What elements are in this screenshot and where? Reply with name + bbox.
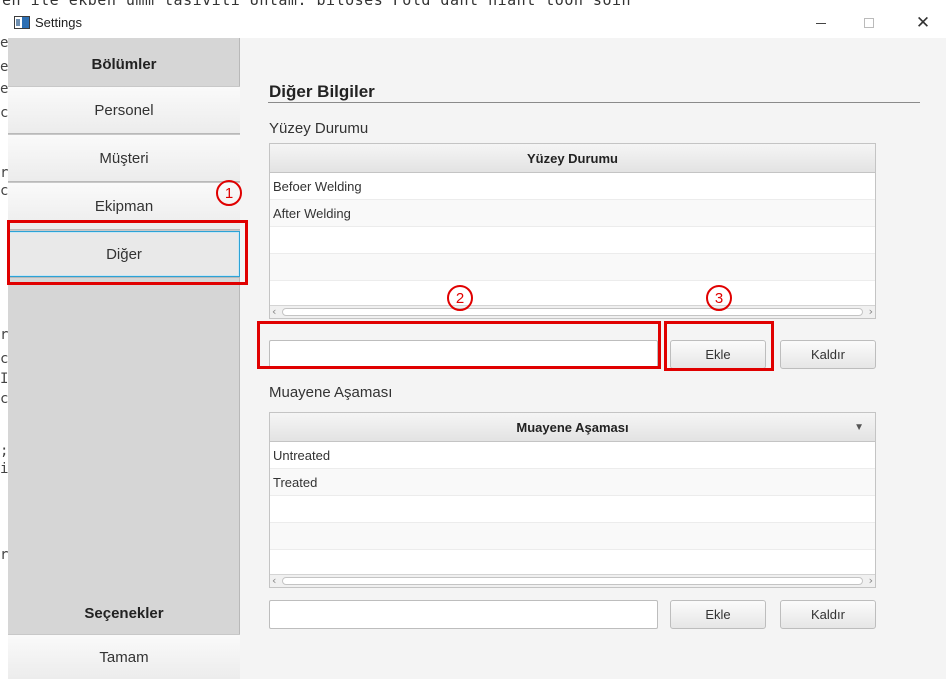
remove-button-label: Kaldır (811, 607, 845, 622)
table-row[interactable]: Befoer Welding (270, 173, 875, 200)
remove-button-label: Kaldır (811, 347, 845, 362)
column-header-label: Yüzey Durumu (526, 150, 618, 166)
scroll-right-icon[interactable]: › (869, 305, 873, 318)
horizontal-scrollbar[interactable]: ‹ › (270, 574, 875, 587)
annotation-marker-3: 3 (706, 285, 732, 311)
annotation-number: 3 (714, 289, 724, 307)
inspection-column-header[interactable]: Muayene Aşaması ▼ (270, 413, 875, 442)
table-row[interactable] (270, 523, 875, 550)
scroll-left-icon[interactable]: ‹ (272, 305, 276, 318)
maximize-icon (864, 18, 874, 28)
column-header-label: Muayene Aşaması (516, 419, 629, 435)
table-row[interactable] (270, 227, 875, 254)
background-char: r (0, 547, 9, 563)
annotation-marker-2: 2 (447, 285, 473, 311)
inspection-add-button[interactable]: Ekle (670, 600, 766, 629)
table-row[interactable]: After Welding (270, 200, 875, 227)
sidebar-item-label: Müşteri (99, 149, 149, 167)
sidebar-item-label: Ekipman (94, 197, 154, 215)
sidebar-heading: Bölümler (91, 56, 157, 73)
table-row[interactable]: Untreated (270, 442, 875, 469)
inspection-group-label: Muayene Aşaması (269, 384, 393, 401)
background-char: c (0, 351, 9, 367)
ok-button-label: Tamam (99, 648, 149, 666)
annotation-box-input (257, 321, 661, 369)
table-row[interactable] (270, 550, 875, 577)
annotation-box-diger (7, 220, 248, 285)
scrollbar-thumb[interactable] (282, 308, 863, 316)
surface-group-label: Yüzey Durumu (269, 120, 369, 137)
window-title: Settings (35, 15, 82, 30)
background-char: r (0, 327, 9, 343)
page-title: Diğer Bilgiler (269, 82, 375, 101)
table-row[interactable] (270, 496, 875, 523)
inspection-input[interactable] (269, 600, 658, 629)
close-button[interactable]: ✕ (900, 8, 946, 38)
annotation-number: 2 (455, 289, 465, 307)
horizontal-scrollbar[interactable]: ‹ › (270, 305, 875, 318)
background-char: r (0, 165, 9, 181)
window-app-icon (14, 16, 30, 29)
scrollbar-thumb[interactable] (282, 577, 863, 585)
maximize-button[interactable] (846, 8, 892, 38)
sidebar-item-musteri[interactable]: Müşteri (8, 134, 240, 182)
surface-table: Yüzey Durumu Befoer Welding After Weldin… (269, 143, 876, 319)
background-char: i (0, 461, 9, 477)
minimize-icon (816, 22, 826, 24)
table-row[interactable]: Treated (270, 469, 875, 496)
annotation-box-add (664, 321, 774, 371)
ok-button[interactable]: Tamam (8, 634, 240, 679)
sidebar-item-personel[interactable]: Personel (8, 86, 240, 134)
background-char: c (0, 105, 9, 121)
scroll-left-icon[interactable]: ‹ (272, 574, 276, 587)
background-char: e (0, 59, 9, 75)
table-row[interactable] (270, 254, 875, 281)
background-char: c (0, 391, 9, 407)
scroll-right-icon[interactable]: › (869, 574, 873, 587)
background-char: e (0, 81, 9, 97)
surface-remove-button[interactable]: Kaldır (780, 340, 876, 369)
title-bar: Settings ✕ (8, 8, 946, 38)
annotation-number: 1 (224, 184, 234, 202)
background-char: I (0, 371, 9, 387)
sidebar: Bölümler Personel Müşteri Ekipman Diğer … (8, 38, 240, 679)
background-char: c (0, 183, 9, 199)
background-char: ; (0, 443, 9, 459)
inspection-table: Muayene Aşaması ▼ Untreated Treated ‹ › (269, 412, 876, 588)
minimize-button[interactable] (798, 8, 844, 38)
annotation-marker-1: 1 (216, 180, 242, 206)
background-char: e (0, 35, 9, 51)
close-icon: ✕ (915, 13, 931, 33)
surface-column-header[interactable]: Yüzey Durumu (270, 144, 875, 173)
table-row[interactable] (270, 281, 875, 308)
sort-down-icon[interactable]: ▼ (854, 422, 864, 433)
sidebar-item-label: Personel (94, 101, 154, 119)
options-heading: Seçenekler (84, 605, 164, 622)
title-divider (268, 102, 920, 103)
inspection-remove-button[interactable]: Kaldır (780, 600, 876, 629)
add-button-label: Ekle (705, 607, 731, 622)
